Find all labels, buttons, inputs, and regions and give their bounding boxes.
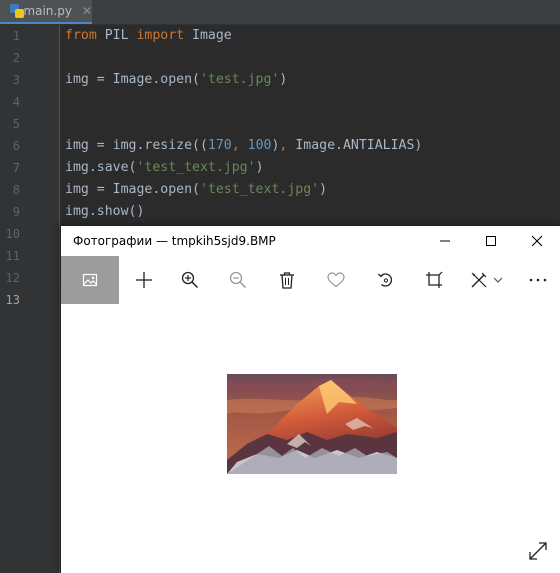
rotate-icon (378, 273, 393, 287)
maximize-icon (486, 236, 496, 246)
zoom-in-icon (181, 271, 199, 289)
code-line-9: img.show() (65, 204, 145, 219)
code-line-7: img.save('test_text.jpg') (65, 160, 264, 175)
plus-icon (136, 272, 152, 288)
view-image-button[interactable] (61, 256, 119, 304)
code-line-6: img = img.resize((170, 100), Image.ANTIA… (65, 138, 423, 153)
line-number-gutter: 1 2 3 4 5 6 7 8 9 10 11 12 13 (0, 25, 60, 573)
close-button[interactable] (514, 226, 560, 256)
edit-icon (471, 272, 486, 288)
crop-button[interactable] (410, 256, 458, 304)
line-number: 2 (12, 51, 20, 65)
line-number: 6 (12, 139, 20, 153)
line-number: 11 (5, 249, 20, 263)
heart-icon (327, 272, 345, 288)
editor-tab-bar: main.py ✕ (0, 0, 560, 25)
photos-title-bar[interactable]: Фотографии — tmpkih5sjd9.BMP (61, 226, 560, 256)
code-line-3: img = Image.open('test.jpg') (65, 72, 288, 87)
line-number: 1 (12, 29, 20, 43)
favorite-button[interactable] (312, 256, 360, 304)
minimize-icon (440, 240, 450, 242)
line-number: 10 (5, 227, 20, 241)
line-number: 7 (12, 161, 20, 175)
image-icon (82, 273, 98, 287)
delete-button[interactable] (263, 256, 311, 304)
photos-toolbar (61, 256, 560, 304)
zoom-out-icon (229, 271, 247, 289)
more-icon (529, 278, 547, 282)
zoom-out-button[interactable] (214, 256, 262, 304)
line-number: 9 (12, 205, 20, 219)
chevron-down-icon (493, 277, 502, 283)
mountain-photo (227, 374, 397, 474)
close-tab-icon[interactable]: ✕ (82, 4, 92, 18)
line-number: 3 (12, 73, 20, 87)
window-title: Фотографии — tmpkih5sjd9.BMP (73, 234, 276, 248)
image-canvas (61, 304, 560, 573)
close-icon (531, 235, 543, 247)
code-line-1: from PIL import Image (65, 28, 232, 43)
more-button[interactable] (514, 256, 560, 304)
delete-icon (280, 272, 294, 289)
line-number: 12 (5, 271, 20, 285)
crop-icon (426, 271, 443, 288)
edit-button[interactable] (458, 256, 514, 304)
line-number-current: 13 (5, 293, 20, 307)
maximize-button[interactable] (468, 226, 514, 256)
fullscreen-expand-icon[interactable] (527, 540, 549, 562)
rotate-button[interactable] (362, 256, 410, 304)
line-number: 5 (12, 117, 20, 131)
tab-label: main.py (23, 4, 72, 18)
tab-main-py[interactable]: main.py ✕ (0, 0, 92, 24)
minimize-button[interactable] (422, 226, 468, 256)
line-number: 8 (12, 183, 20, 197)
line-number: 4 (12, 95, 20, 109)
python-file-icon (10, 4, 24, 18)
photos-window: Фотографии — tmpkih5sjd9.BMP (61, 226, 560, 573)
add-button[interactable] (120, 256, 168, 304)
zoom-in-button[interactable] (166, 256, 214, 304)
code-line-8: img = Image.open('test_text.jpg') (65, 182, 328, 197)
